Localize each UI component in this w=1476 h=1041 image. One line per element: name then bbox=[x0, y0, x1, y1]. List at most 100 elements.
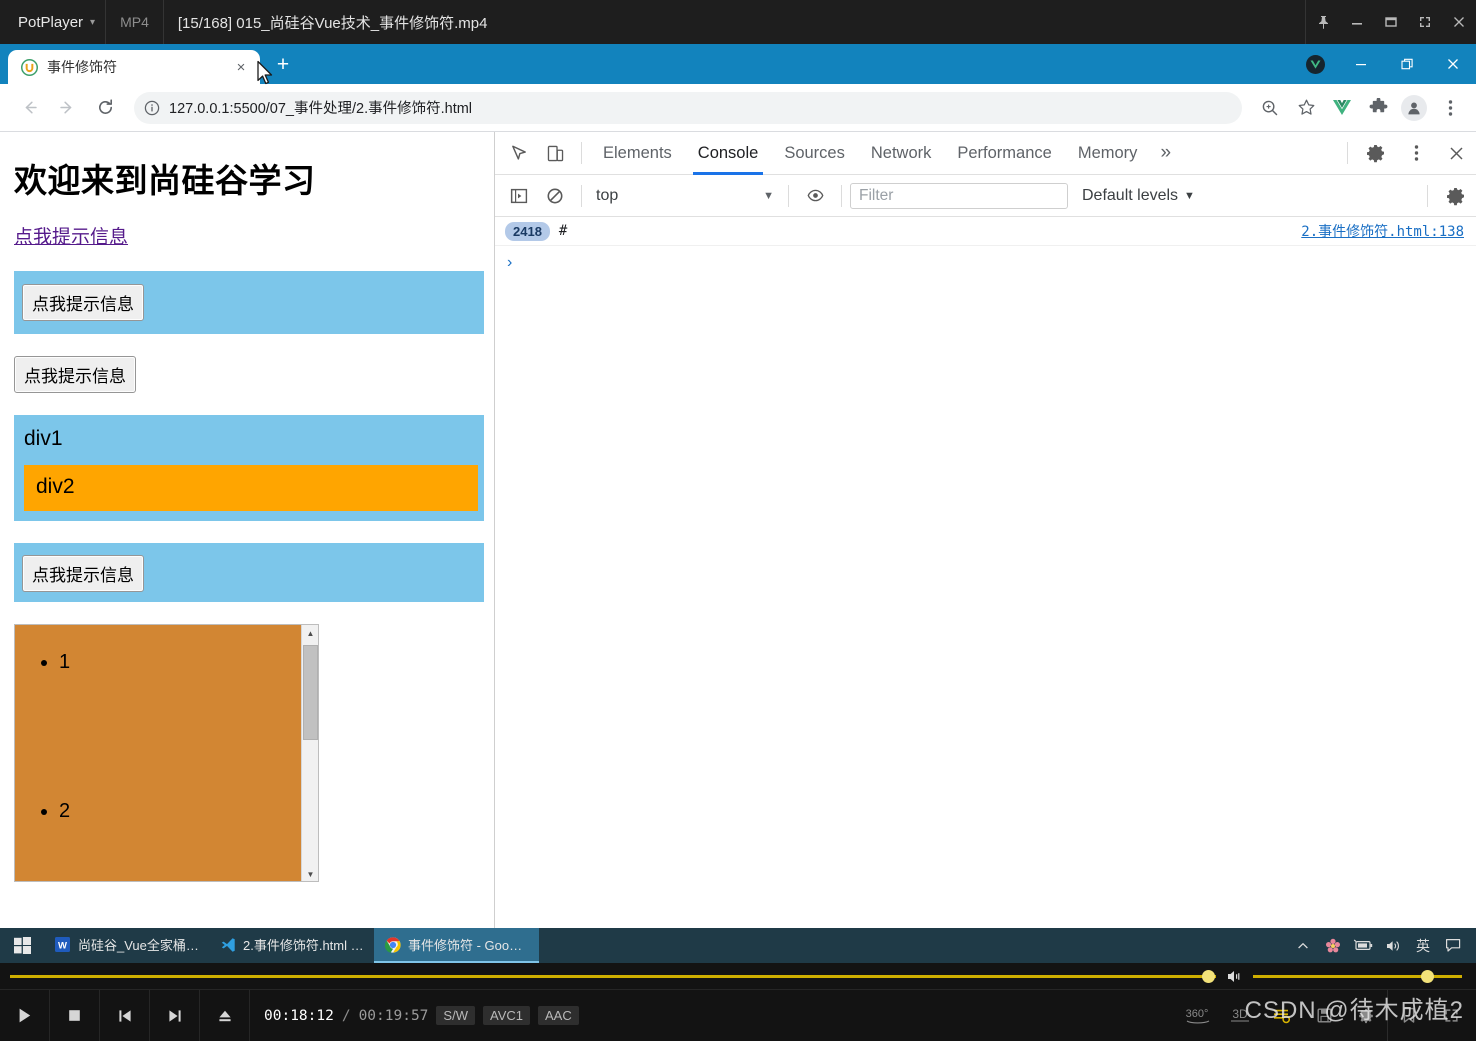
chevron-down-icon: ▼ bbox=[763, 189, 774, 202]
scroll-up-arrow-icon[interactable]: ▲ bbox=[302, 625, 318, 642]
console-log-row[interactable]: 2418 # 2.事件修饰符.html:138 bbox=[495, 217, 1476, 246]
div2-container[interactable]: div2 bbox=[24, 465, 478, 511]
three-dot-menu-icon[interactable] bbox=[1396, 132, 1436, 175]
console-context-selector[interactable]: top ▼ bbox=[590, 183, 780, 209]
device-toolbar-icon[interactable] bbox=[537, 135, 573, 171]
list-item: 2 bbox=[59, 800, 318, 823]
stop-icon[interactable] bbox=[50, 989, 100, 1041]
chevron-down-icon: ▼ bbox=[1184, 189, 1195, 202]
vue-devtools-icon[interactable] bbox=[1326, 92, 1358, 124]
back-icon[interactable] bbox=[12, 91, 46, 125]
forward-icon[interactable] bbox=[50, 91, 84, 125]
console-context-value: top bbox=[596, 186, 619, 204]
fullscreen-icon[interactable] bbox=[1408, 0, 1442, 44]
playlist-icon[interactable] bbox=[1261, 990, 1303, 1041]
bookmark-icon[interactable] bbox=[1388, 990, 1430, 1041]
tab-network[interactable]: Network bbox=[858, 132, 945, 175]
audio-codec-chip: AAC bbox=[537, 1006, 579, 1025]
scrollable-list-box[interactable]: 1 2 ▲ ▼ bbox=[14, 624, 319, 882]
settings-icon[interactable] bbox=[1345, 990, 1387, 1041]
scrollbar-thumb[interactable] bbox=[303, 645, 318, 740]
chrome-toolbar: 127.0.0.1:5500/07_事件处理/2.事件修饰符.html bbox=[0, 84, 1476, 132]
tab-console[interactable]: Console bbox=[685, 132, 772, 175]
seek-bar[interactable] bbox=[0, 963, 1226, 989]
console-toolbar: top ▼ Filter Default levels ▼ bbox=[495, 175, 1476, 217]
blue-container-1[interactable]: 点我提示信息 bbox=[14, 271, 484, 334]
volume-icon[interactable] bbox=[1226, 969, 1245, 984]
screenshot-icon[interactable] bbox=[1303, 990, 1345, 1041]
taskbar-item-label: 尚硅谷_Vue全家桶.d... bbox=[78, 938, 199, 953]
tip-button-3[interactable]: 点我提示信息 bbox=[22, 555, 144, 592]
potplayer-brand[interactable]: PotPlayer ▾ bbox=[0, 14, 105, 31]
console-log-source-link[interactable]: 2.事件修饰符.html:138 bbox=[1301, 221, 1464, 241]
taskbar-item-chrome[interactable]: 事件修饰符 - Googl... bbox=[374, 928, 539, 963]
restore-icon[interactable] bbox=[1384, 44, 1430, 84]
more-tabs-icon[interactable]: » bbox=[1150, 142, 1181, 164]
flower-icon[interactable] bbox=[1318, 928, 1348, 963]
clear-console-icon[interactable] bbox=[537, 178, 573, 214]
minimize-icon[interactable] bbox=[1340, 0, 1374, 44]
reload-icon[interactable] bbox=[88, 91, 122, 125]
previous-icon[interactable] bbox=[100, 989, 150, 1041]
blue-container-2[interactable]: 点我提示信息 bbox=[14, 543, 484, 602]
console-filter-input[interactable]: Filter bbox=[850, 182, 1068, 209]
new-tab-button[interactable]: + bbox=[270, 52, 296, 78]
seek-knob[interactable] bbox=[1202, 970, 1215, 983]
list-scrollbar[interactable]: ▲ ▼ bbox=[301, 625, 318, 881]
volume-control[interactable] bbox=[1226, 969, 1476, 984]
chrome-window: 事件修饰符 × + 127.0.0.1:5500/07_事件处理/2.事件修饰符… bbox=[0, 44, 1476, 928]
console-log-levels-dropdown[interactable]: Default levels ▼ bbox=[1068, 187, 1209, 205]
scroll-down-arrow-icon[interactable]: ▼ bbox=[302, 866, 318, 881]
restore-icon[interactable] bbox=[1374, 0, 1408, 44]
close-icon[interactable] bbox=[1436, 132, 1476, 175]
pin-icon[interactable] bbox=[1306, 0, 1340, 44]
taskbar-item-vscode[interactable]: 2.事件修饰符.html - ... bbox=[209, 928, 374, 963]
inspect-element-icon[interactable] bbox=[501, 135, 537, 171]
console-output: 2418 # 2.事件修饰符.html:138 › bbox=[495, 217, 1476, 928]
notification-icon[interactable] bbox=[1438, 928, 1468, 963]
eject-icon[interactable] bbox=[200, 989, 250, 1041]
volume-knob[interactable] bbox=[1421, 969, 1434, 983]
live-expression-icon[interactable] bbox=[797, 178, 833, 214]
console-settings-gear-icon[interactable] bbox=[1436, 174, 1476, 217]
list-item: 1 bbox=[59, 651, 318, 674]
close-icon[interactable]: × bbox=[230, 56, 252, 78]
taskbar-item-word[interactable]: W 尚硅谷_Vue全家桶.d... bbox=[44, 928, 209, 963]
tab-elements[interactable]: Elements bbox=[590, 132, 685, 175]
avatar-icon[interactable] bbox=[1398, 92, 1430, 124]
close-icon[interactable] bbox=[1430, 44, 1476, 84]
close-icon[interactable] bbox=[1442, 0, 1476, 44]
info-icon[interactable] bbox=[144, 100, 160, 116]
tip-button-2[interactable]: 点我提示信息 bbox=[14, 356, 136, 393]
star-icon[interactable] bbox=[1290, 92, 1322, 124]
battery-icon[interactable] bbox=[1348, 928, 1378, 963]
vue-devtools-indicator-icon[interactable] bbox=[1292, 44, 1338, 84]
browser-tab[interactable]: 事件修饰符 × bbox=[8, 50, 260, 84]
chevron-up-icon[interactable] bbox=[1288, 928, 1318, 963]
three-dot-menu-icon[interactable] bbox=[1434, 92, 1466, 124]
tip-link[interactable]: 点我提示信息 bbox=[14, 222, 128, 249]
next-icon[interactable] bbox=[150, 989, 200, 1041]
ime-language-indicator[interactable]: 英 bbox=[1408, 928, 1438, 963]
360-icon[interactable]: 360° bbox=[1177, 990, 1219, 1041]
tip-button-1[interactable]: 点我提示信息 bbox=[22, 284, 144, 321]
word-icon: W bbox=[54, 936, 71, 953]
tab-sources[interactable]: Sources bbox=[771, 132, 858, 175]
volume-track[interactable] bbox=[1253, 969, 1462, 983]
windows-start-icon[interactable] bbox=[0, 928, 44, 963]
zoom-icon[interactable] bbox=[1254, 92, 1286, 124]
console-sidebar-icon[interactable] bbox=[501, 178, 537, 214]
expand-icon[interactable] bbox=[1430, 990, 1472, 1041]
puzzle-icon[interactable] bbox=[1362, 92, 1394, 124]
tab-memory[interactable]: Memory bbox=[1065, 132, 1151, 175]
div1-container[interactable]: div1 div2 bbox=[14, 415, 484, 521]
volume-icon[interactable] bbox=[1378, 928, 1408, 963]
console-prompt-row[interactable]: › bbox=[495, 246, 1476, 280]
address-bar[interactable]: 127.0.0.1:5500/07_事件处理/2.事件修饰符.html bbox=[134, 91, 1242, 124]
3d-icon[interactable]: 3D bbox=[1219, 990, 1261, 1041]
play-icon[interactable] bbox=[0, 989, 50, 1041]
gear-icon[interactable] bbox=[1356, 132, 1396, 175]
potplayer-sliders bbox=[0, 963, 1476, 989]
tab-performance[interactable]: Performance bbox=[944, 132, 1064, 175]
minimize-icon[interactable] bbox=[1338, 44, 1384, 84]
